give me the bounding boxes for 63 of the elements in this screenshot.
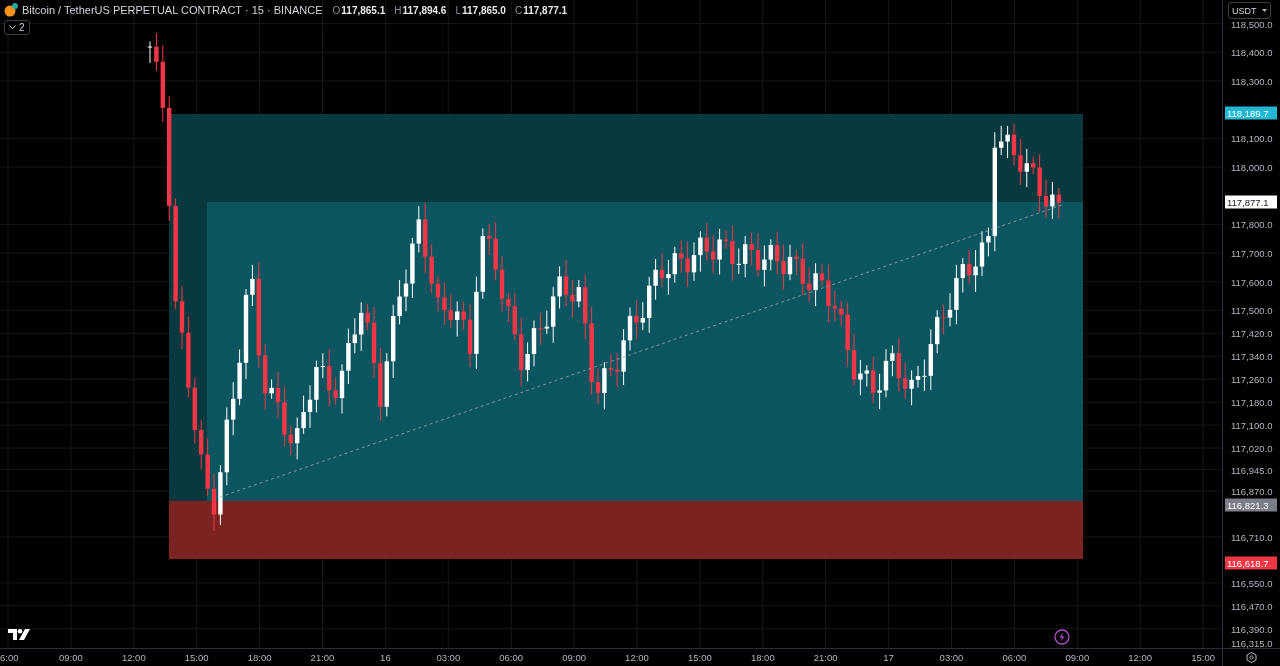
price-tick: 118,400.0 [1231, 46, 1273, 58]
price-tag: 118,189.7 [1225, 106, 1277, 120]
price-tick: 116,315.0 [1231, 637, 1273, 649]
ohlc-label: O [332, 4, 341, 16]
time-tick: 03:00 [939, 652, 964, 663]
time-tick: 21:00 [310, 652, 335, 663]
time-tick: 18:00 [750, 652, 775, 663]
ohlc-label: H [394, 4, 402, 16]
time-tick: 03:00 [436, 652, 461, 663]
symbol-title[interactable]: Bitcoin / TetherUS PERPETUAL CONTRACT · 15 · BINANCE [22, 4, 323, 16]
time-tick: 09:00 [59, 652, 83, 663]
lightning-icon[interactable] [1054, 629, 1070, 645]
time-tick: 12:00 [121, 652, 146, 663]
price-tick: 117,180.0 [1231, 396, 1273, 408]
time-tick: 09:00 [1065, 652, 1090, 663]
price-tick: 117,800.0 [1231, 218, 1273, 230]
time-tick: 16 [380, 652, 391, 663]
ohlc-value: 117,894.6 [402, 4, 447, 16]
time-tick: 15:00 [688, 652, 712, 663]
time-tick: 15:00 [1191, 652, 1215, 663]
time-tick: 06:00 [1002, 652, 1027, 663]
indicators-toggle[interactable]: 2 [4, 20, 30, 35]
time-tick: 15:00 [184, 652, 209, 663]
price-tag: 116,618.7 [1225, 556, 1277, 570]
logo-icon[interactable] [8, 629, 30, 640]
time-tick: 17 [883, 652, 894, 663]
price-tick: 118,500.0 [1231, 18, 1273, 30]
ohlc-value: 117,877.1 [523, 4, 568, 16]
time-tick: 12:00 [625, 652, 649, 663]
time-tick: 09:00 [562, 652, 586, 663]
price-tick: 118,300.0 [1231, 75, 1273, 87]
ohlc-label: C [514, 4, 523, 16]
price-tag: 116,821.3 [1225, 498, 1277, 512]
price-tick: 116,710.0 [1231, 531, 1273, 543]
price-tag: 117,877.1 [1225, 195, 1277, 209]
time-tick: 18:00 [247, 652, 272, 663]
caret-icon [1262, 9, 1267, 12]
settings-icon[interactable] [1246, 652, 1257, 663]
price-tick: 117,020.0 [1231, 442, 1273, 454]
price-tick: 117,500.0 [1231, 304, 1273, 316]
price-tick: 116,550.0 [1231, 577, 1273, 589]
currency-dropdown[interactable]: USDT [1228, 2, 1271, 19]
chevron-icon [9, 25, 16, 30]
price-tick: 116,945.0 [1231, 464, 1273, 476]
price-tick: 117,100.0 [1231, 419, 1273, 431]
price-tick: 116,870.0 [1231, 485, 1273, 497]
time-tick: 21:00 [813, 652, 838, 663]
time-tick: 6:00 [0, 652, 19, 663]
price-tick: 116,390.0 [1231, 623, 1273, 635]
time-tick: 12:00 [1128, 652, 1153, 663]
time-tick: 06:00 [499, 652, 524, 663]
ohlc-label: L [455, 4, 461, 16]
ohlc-value: 117,865.1 [341, 4, 386, 16]
price-tick: 118,100.0 [1231, 132, 1273, 144]
price-tick: 117,600.0 [1231, 276, 1273, 288]
ohlc-value: 117,865.0 [462, 4, 506, 16]
price-tick: 117,260.0 [1231, 373, 1273, 385]
price-tick: 118,000.0 [1231, 161, 1273, 173]
price-tick: 117,700.0 [1231, 247, 1273, 259]
price-tick: 116,470.0 [1231, 600, 1273, 612]
price-tick: 117,420.0 [1231, 327, 1273, 339]
price-tick: 117,340.0 [1231, 350, 1273, 362]
coin-icon [4, 3, 18, 17]
